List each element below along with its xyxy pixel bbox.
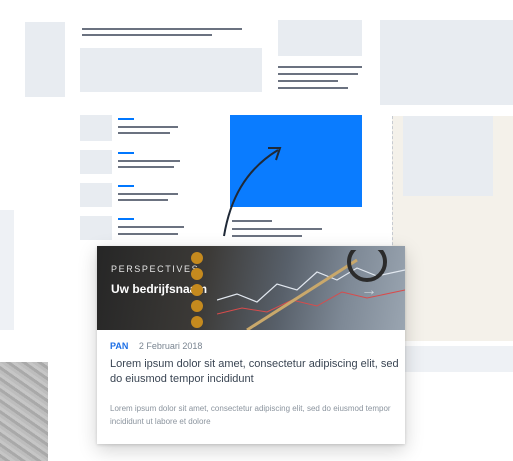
- placeholder-block: [80, 48, 262, 92]
- placeholder-block: [80, 150, 112, 174]
- placeholder-block: [25, 22, 65, 97]
- text-line: [118, 166, 174, 168]
- placeholder-block: [0, 210, 14, 330]
- text-line: [82, 34, 212, 36]
- card-tag[interactable]: PAN: [110, 341, 128, 351]
- card-meta: PAN 2 Februari 2018: [110, 341, 202, 351]
- decor-dot: [191, 268, 203, 280]
- text-line: [118, 218, 134, 220]
- text-line: [278, 80, 338, 82]
- text-line: [278, 87, 348, 89]
- card-kicker: PERSPECTIVES: [111, 264, 200, 274]
- card-excerpt: Lorem ipsum dolor sit amet, consectetur …: [110, 404, 391, 426]
- card-image[interactable]: PERSPECTIVES Uw bedrijfsnaam →: [97, 246, 405, 330]
- card-date: 2 Februari 2018: [138, 341, 203, 351]
- arrow-right-icon[interactable]: →: [361, 282, 377, 300]
- text-line: [232, 235, 302, 237]
- card-title[interactable]: Lorem ipsum dolor sit amet, consectetur …: [110, 357, 400, 387]
- text-line: [118, 126, 178, 128]
- placeholder-block: [80, 216, 112, 240]
- text-line: [82, 28, 242, 30]
- article-card[interactable]: PERSPECTIVES Uw bedrijfsnaam → PAN 2 Feb…: [97, 246, 405, 444]
- decor-dot: [191, 284, 203, 296]
- text-line: [118, 132, 170, 134]
- placeholder-block: [80, 115, 112, 141]
- fabric-image: [0, 362, 48, 461]
- text-line: [118, 233, 178, 235]
- placeholder-block: [80, 183, 112, 207]
- text-line: [278, 66, 362, 68]
- text-line: [118, 199, 168, 201]
- text-line: [118, 160, 180, 162]
- decor-dot: [191, 300, 203, 312]
- placeholder-block: [278, 20, 362, 56]
- decor-dot: [191, 316, 203, 328]
- text-line: [118, 185, 134, 187]
- text-line: [118, 193, 178, 195]
- text-line: [118, 152, 134, 154]
- text-line: [232, 228, 322, 230]
- text-line: [118, 226, 184, 228]
- placeholder-block: [380, 20, 513, 105]
- curved-arrow-icon: [223, 147, 282, 237]
- text-line: [232, 220, 272, 222]
- placeholder-block: [403, 116, 493, 196]
- text-line: [118, 118, 134, 120]
- decor-dot: [191, 252, 203, 264]
- text-line: [278, 73, 358, 75]
